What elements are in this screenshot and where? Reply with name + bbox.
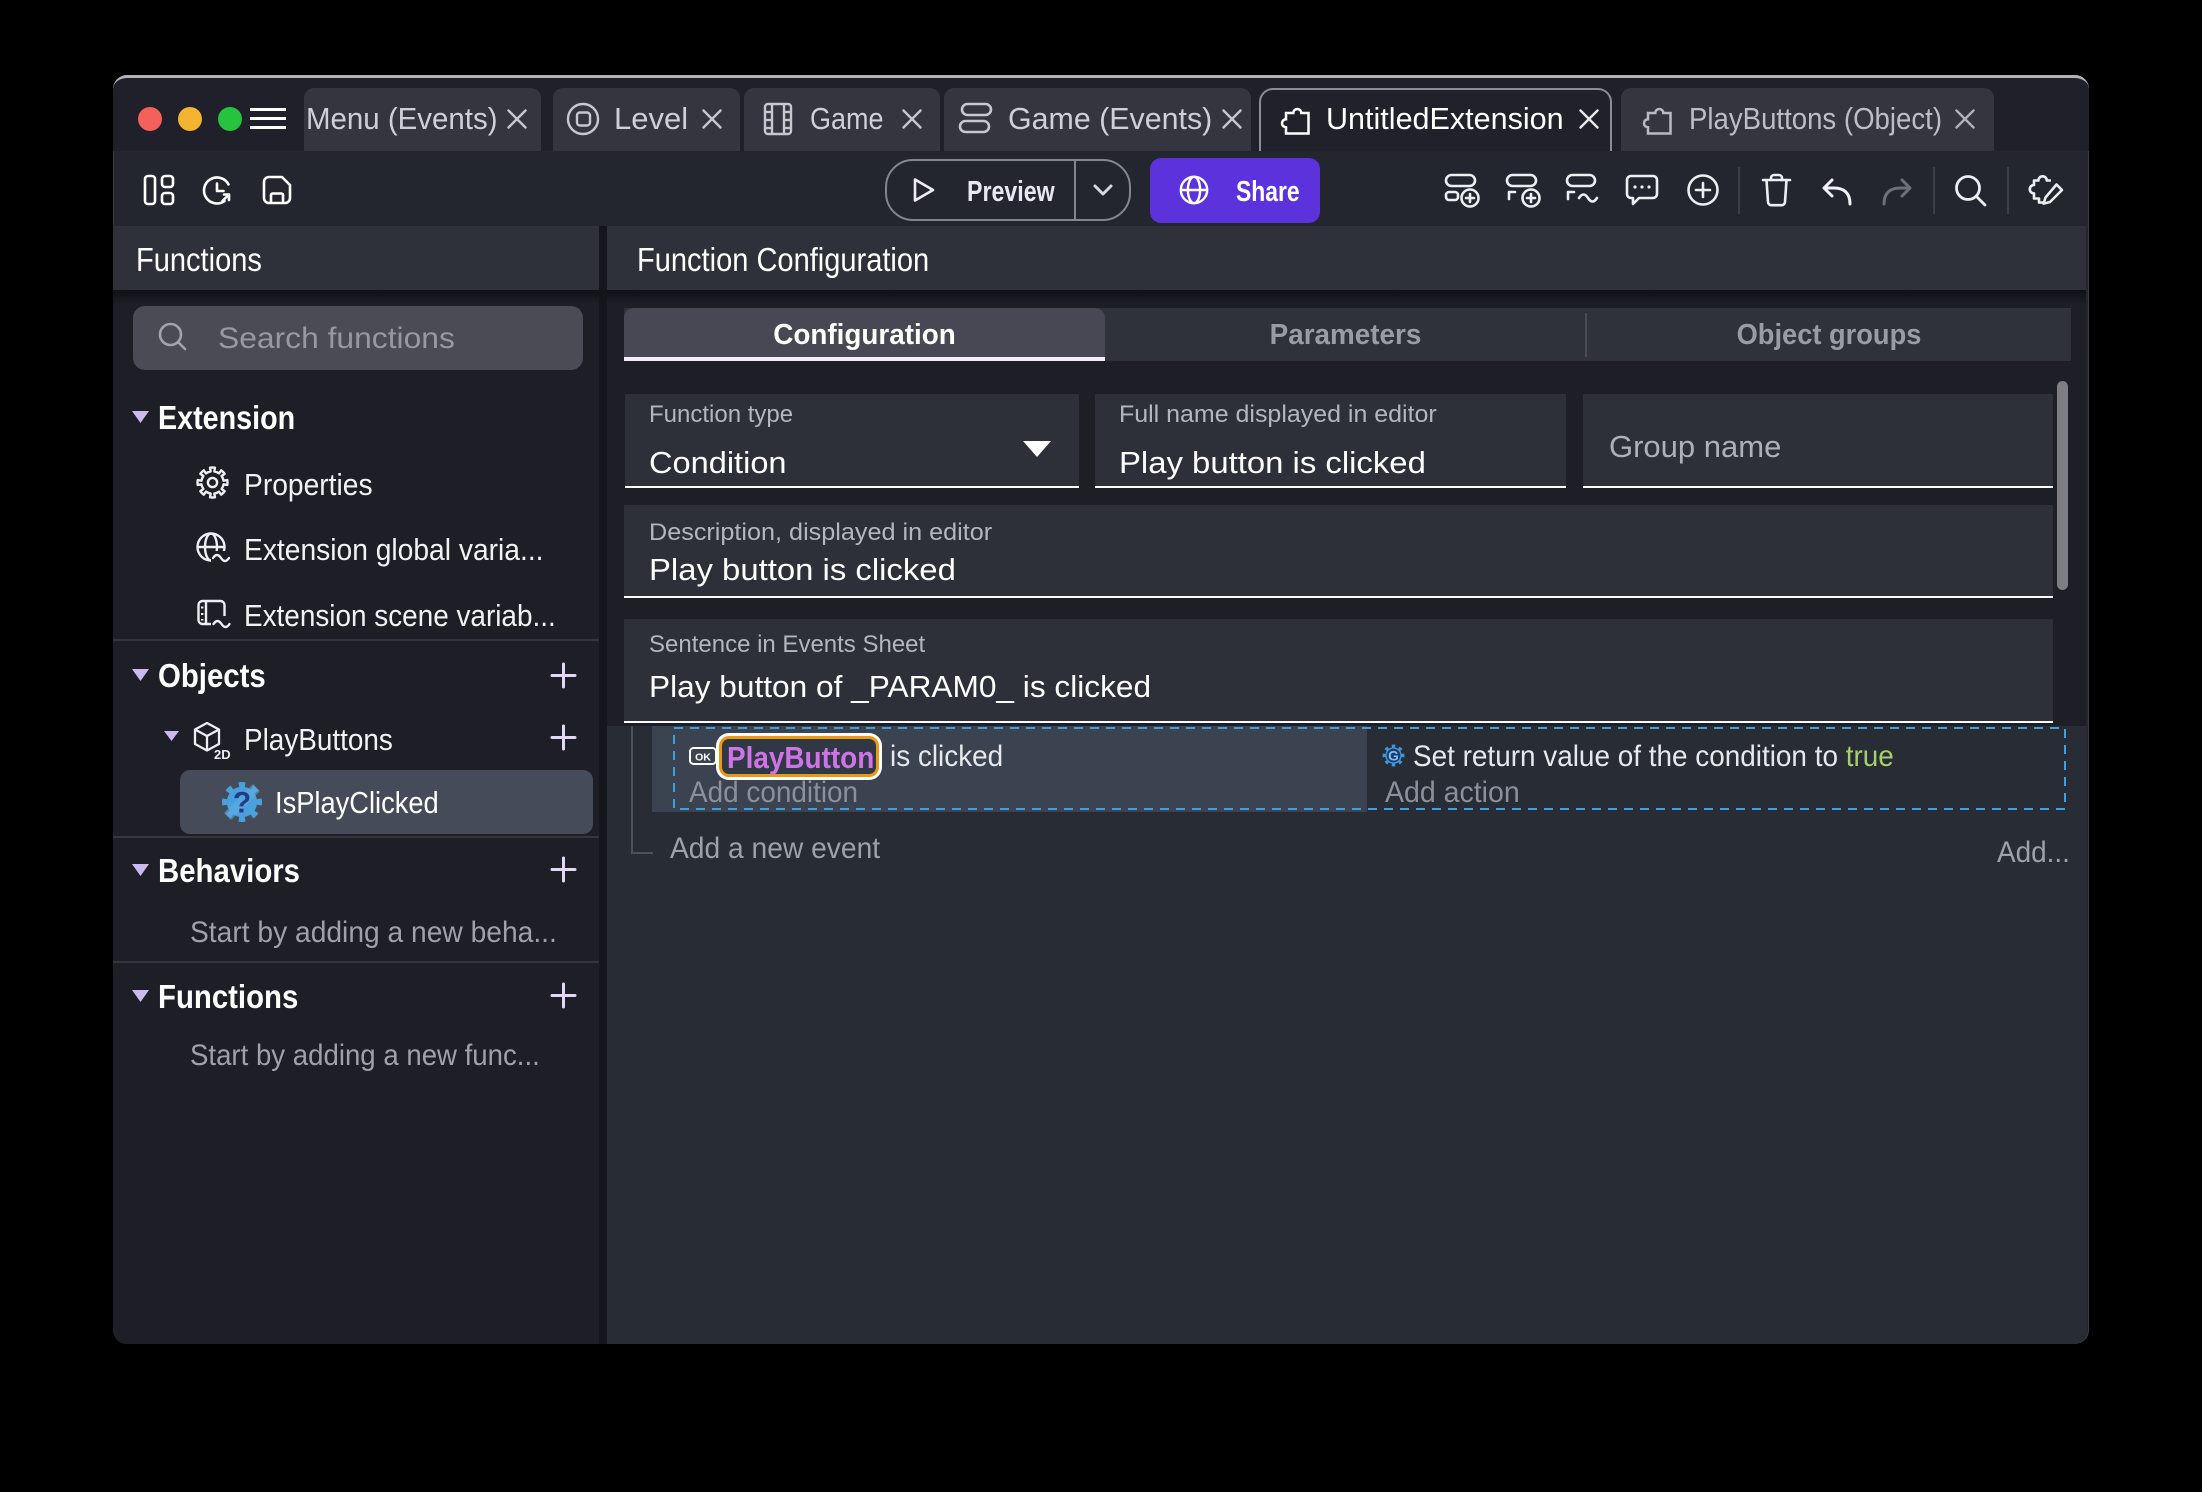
- svg-text:OK: OK: [695, 752, 711, 764]
- svg-text:G: G: [1388, 748, 1399, 763]
- svg-text:?: ?: [233, 787, 251, 820]
- svg-text:2D: 2D: [214, 747, 231, 762]
